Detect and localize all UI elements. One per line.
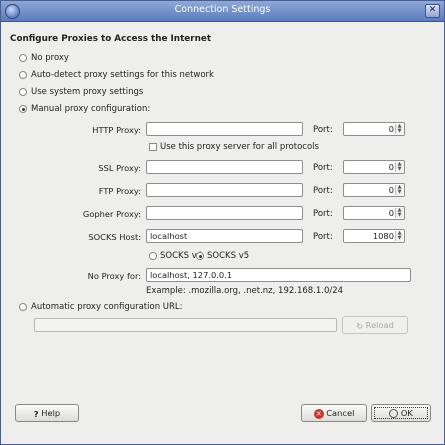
ssl-proxy-input[interactable] — [146, 160, 303, 174]
spinner-arrows-icon[interactable]: ▲ ▼ — [395, 124, 403, 134]
window-title: Connection Settings — [174, 4, 271, 15]
ssl-port-value: 0 — [388, 162, 394, 172]
ftp-port-spinner[interactable]: 0 ▲ ▼ — [343, 183, 405, 197]
socks-port-spinner[interactable]: 1080 ▲ ▼ — [343, 229, 405, 243]
radio-auto-config-url-label[interactable]: Automatic proxy configuration URL: — [31, 302, 183, 312]
share-all-checkbox[interactable] — [149, 143, 157, 151]
radio-system-proxy-label[interactable]: Use system proxy settings — [31, 87, 143, 97]
ok-button[interactable]: OK — [371, 404, 431, 422]
no-proxy-for-label: No Proxy for: — [87, 271, 141, 281]
ssl-proxy-label: SSL Proxy: — [98, 163, 141, 173]
help-button-label: Help — [41, 408, 61, 418]
spinner-arrows-icon[interactable]: ▲ ▼ — [395, 162, 403, 172]
ftp-proxy-label: FTP Proxy: — [98, 186, 141, 196]
spinner-arrows-icon[interactable]: ▲ ▼ — [395, 185, 403, 195]
socks-host-label: SOCKS Host: — [88, 232, 141, 242]
cancel-icon: ✕ — [313, 408, 324, 419]
socks-host-input[interactable]: localhost — [146, 229, 303, 243]
share-all-label[interactable]: Use this proxy server for all protocols — [160, 142, 319, 152]
ftp-port-label: Port: — [313, 186, 333, 196]
auto-config-url-input[interactable] — [34, 318, 337, 332]
http-proxy-label: HTTP Proxy: — [92, 125, 141, 135]
spinner-arrows-icon[interactable]: ▲ ▼ — [395, 231, 403, 241]
help-button[interactable]: ? Help — [15, 404, 79, 422]
ok-icon — [389, 409, 399, 418]
reload-icon: ↻ — [356, 320, 364, 331]
socks-port-value: 1080 — [372, 231, 394, 241]
help-icon: ? — [33, 408, 39, 419]
radio-auto-config-url[interactable] — [19, 303, 27, 311]
radio-socks-v5-label[interactable]: SOCKS v5 — [207, 251, 249, 261]
ssl-port-label: Port: — [313, 163, 333, 173]
radio-manual-proxy-label[interactable]: Manual proxy configuration: — [31, 104, 150, 114]
cancel-button[interactable]: ✕ Cancel — [301, 404, 367, 422]
close-icon: ✕ — [428, 5, 437, 15]
reload-button[interactable]: ↻ Reload — [342, 316, 408, 334]
gopher-port-value: 0 — [388, 208, 394, 218]
radio-no-proxy-label[interactable]: No proxy — [31, 53, 69, 63]
socks-port-label: Port: — [313, 232, 333, 242]
http-port-label: Port: — [313, 125, 333, 135]
radio-socks-v4[interactable] — [149, 252, 157, 260]
gopher-proxy-input[interactable] — [146, 206, 303, 220]
close-button[interactable]: ✕ — [425, 4, 440, 18]
reload-button-label: Reload — [365, 320, 394, 330]
cancel-button-label: Cancel — [326, 408, 355, 418]
ok-button-label: OK — [400, 408, 413, 418]
spinner-arrows-icon[interactable]: ▲ ▼ — [395, 208, 403, 218]
radio-manual-proxy[interactable] — [19, 105, 27, 113]
title-bar: Connection Settings ✕ — [1, 1, 444, 22]
radio-socks-v5[interactable] — [196, 252, 204, 260]
dialog-heading: Configure Proxies to Access the Internet — [10, 34, 212, 44]
http-port-spinner[interactable]: 0 ▲ ▼ — [343, 122, 405, 136]
no-proxy-for-input[interactable]: localhost, 127.0.0.1 — [146, 268, 411, 282]
ssl-port-spinner[interactable]: 0 ▲ ▼ — [343, 160, 405, 174]
radio-no-proxy[interactable] — [19, 54, 27, 62]
no-proxy-example: Example: .mozilla.org, .net.nz, 192.168.… — [146, 286, 344, 296]
radio-auto-detect-label[interactable]: Auto-detect proxy settings for this netw… — [31, 70, 214, 80]
radio-system-proxy[interactable] — [19, 88, 27, 96]
ftp-port-value: 0 — [388, 185, 394, 195]
gopher-proxy-label: Gopher Proxy: — [82, 209, 141, 219]
connection-settings-dialog: Connection Settings ✕ Configure Proxies … — [0, 0, 445, 445]
http-port-value: 0 — [388, 124, 394, 134]
ftp-proxy-input[interactable] — [146, 183, 303, 197]
http-proxy-input[interactable] — [146, 122, 303, 136]
gopher-port-label: Port: — [313, 209, 333, 219]
gopher-port-spinner[interactable]: 0 ▲ ▼ — [343, 206, 405, 220]
radio-auto-detect[interactable] — [19, 71, 27, 79]
